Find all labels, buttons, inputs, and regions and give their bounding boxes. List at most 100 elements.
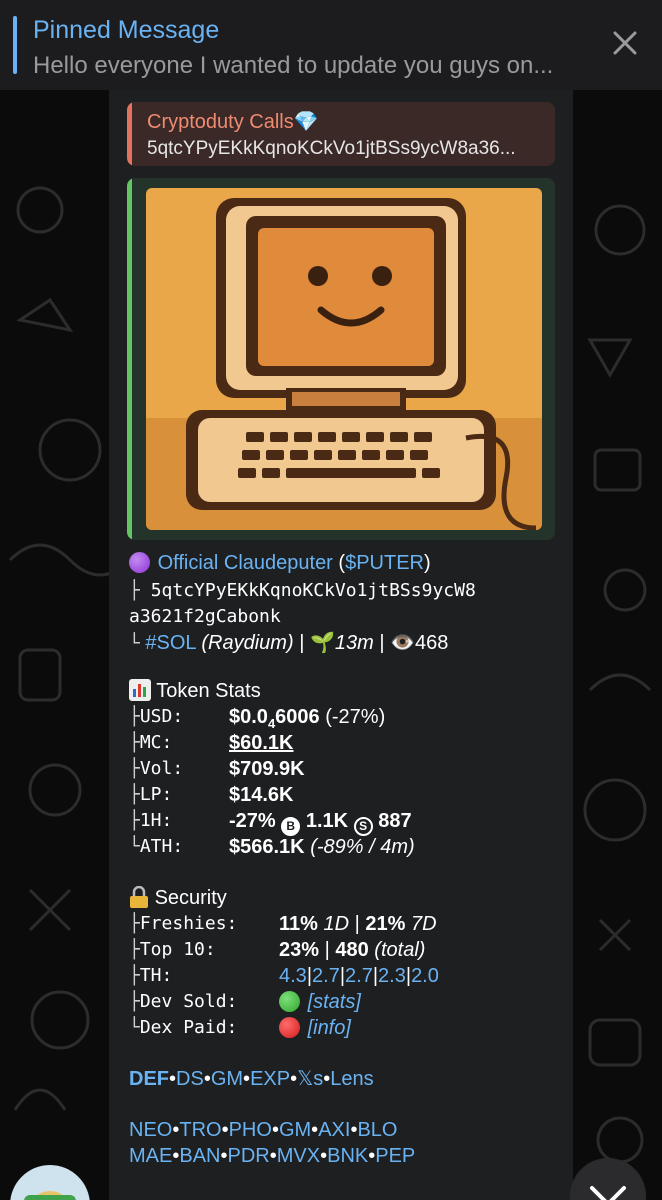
link-pep[interactable]: PEP	[375, 1145, 415, 1167]
tree-branch: ├	[129, 706, 140, 727]
freshies-value: 11% 1D | 21% 7D	[279, 911, 437, 937]
stat-mc-label: MC:	[139, 732, 173, 753]
reply-quote[interactable]: Cryptoduty Calls💎 5qtcYPyEKkKqnoKCkVo1jt…	[127, 102, 555, 166]
token-name-link[interactable]: Official Claudeputer	[158, 552, 333, 574]
dex-paid-label: Dex Paid:	[139, 1017, 238, 1038]
dex-name: (Raydium)	[201, 632, 294, 654]
seedling-icon: 🌱	[309, 632, 335, 654]
dot-separator: •	[243, 1068, 251, 1090]
pinned-message-bar[interactable]: Pinned Message Hello everyone I wanted t…	[0, 0, 662, 90]
security-section: Security ├Freshies: 11% 1D | 21% 7D ├ Top…	[129, 885, 559, 1045]
token-meta-line: └ #SOL (Raydium) | 🌱13m | 👁️468	[129, 630, 448, 657]
tree-branch: ├	[129, 732, 140, 753]
preview-accent-bar	[127, 178, 132, 540]
link-gm2[interactable]: GM	[279, 1119, 311, 1141]
link-xs[interactable]: 𝕏s	[297, 1068, 323, 1090]
dev-sold-label: Dev Sold:	[139, 991, 238, 1012]
th-value-link[interactable]: 2.3	[378, 965, 406, 987]
scroll-down-button[interactable]	[570, 1158, 646, 1200]
link-blo[interactable]: BLO	[357, 1119, 397, 1141]
link-exp[interactable]: EXP	[250, 1068, 290, 1090]
link-ds[interactable]: DS	[176, 1068, 204, 1090]
link-axi[interactable]: AXI	[318, 1119, 350, 1141]
top10-pct: 23%	[279, 939, 320, 961]
stat-usd-change: (-27%)	[325, 706, 386, 728]
security-title: Security	[154, 887, 227, 909]
link-mae[interactable]: MAE	[129, 1145, 172, 1167]
stat-ath-row: └ATH:	[129, 834, 183, 860]
dot-separator: •	[221, 1119, 229, 1141]
dex-paid-row: └Dex Paid:	[129, 1015, 237, 1041]
th-value-link[interactable]: 4.3	[279, 965, 307, 987]
tree-branch: ├	[129, 580, 140, 601]
stat-mc-row: ├MC:	[129, 730, 172, 756]
link-preview-card[interactable]	[127, 178, 555, 540]
link-lens[interactable]: Lens	[330, 1068, 373, 1090]
link-pho[interactable]: PHO	[229, 1119, 272, 1141]
freshies-1d-label: 1D	[323, 913, 350, 935]
th-value-link[interactable]: 2.7	[345, 965, 373, 987]
stat-mc-value[interactable]: $60.1K	[229, 730, 294, 756]
stat-vol-value: $709.9K	[229, 758, 305, 780]
token-age: 13m	[334, 632, 374, 654]
top10-total-label: (total)	[374, 939, 426, 961]
tree-end: └	[129, 633, 140, 654]
top10-value: 23% | 480 (total)	[279, 937, 425, 963]
pinned-preview: Hello everyone I wanted to update you gu…	[33, 52, 554, 79]
tree-branch: ├	[129, 810, 140, 831]
stat-vol-row: ├Vol:	[129, 756, 183, 782]
link-def[interactable]: DEF	[129, 1068, 169, 1090]
separator: |	[354, 913, 360, 935]
th-label: TH:	[139, 965, 173, 986]
stat-usd-value: $0.0	[229, 706, 268, 728]
link-gm[interactable]: GM	[211, 1068, 243, 1090]
pinned-title: Pinned Message	[33, 16, 220, 44]
stat-1h-buys: 1.1K	[305, 810, 349, 832]
tree-branch: ├	[129, 784, 140, 805]
stat-lp-value: $14.6K	[229, 784, 294, 806]
dev-sold-row: ├Dev Sold:	[129, 989, 237, 1015]
chain-tag-link[interactable]: #SOL	[145, 632, 195, 654]
token-title-line: Official Claudeputer ($PUTER)	[129, 550, 431, 576]
th-values: 4.3|2.7|2.7|2.3|2.0	[279, 963, 439, 989]
dev-sold-stats-link[interactable]: [stats]	[308, 991, 361, 1013]
link-ban[interactable]: BAN	[179, 1145, 220, 1167]
freshies-row: ├Freshies:	[129, 911, 237, 937]
separator: |	[379, 632, 385, 654]
diamond-icon: 💎	[293, 111, 319, 133]
token-image[interactable]	[146, 188, 542, 530]
links-line: NEO•TRO•PHO•GM•AXI•BLO	[129, 1117, 397, 1143]
token-ticker-link[interactable]: $PUTER	[345, 552, 424, 574]
th-value-link[interactable]: 2.0	[411, 965, 439, 987]
reply-sender-name: Cryptoduty Calls	[147, 111, 294, 133]
top10-label: Top 10:	[139, 939, 216, 960]
reply-accent-bar	[127, 102, 132, 166]
dex-paid-info-link[interactable]: [info]	[308, 1017, 351, 1039]
stat-1h-change: -27%	[229, 810, 276, 832]
token-header: Official Claudeputer ($PUTER) ├ 5qtcYPyE…	[129, 550, 559, 654]
stat-usd-row: ├USD:	[129, 704, 183, 730]
token-stats-title: Token Stats	[156, 680, 261, 702]
reply-text: 5qtcYPyEKkKqnoKCkVo1jtBSs9ycW8a36...	[147, 138, 516, 159]
token-stats-section: Token Stats ├USD: $0.046006 (-27%) ├MC: …	[129, 678, 559, 858]
freshies-1d: 11%	[279, 913, 318, 935]
stat-1h-row: ├1H:	[129, 808, 172, 834]
link-tro[interactable]: TRO	[179, 1119, 221, 1141]
tree-end: └	[129, 1017, 140, 1038]
close-icon[interactable]	[612, 30, 638, 56]
green-circle-icon	[279, 991, 300, 1012]
link-mvx[interactable]: MVX	[277, 1145, 320, 1167]
token-address-part1[interactable]: 5qtcYPyEKkKqnoKCkVo1jtBSs9ycW8	[151, 580, 476, 601]
token-address-part2[interactable]: a3621f2gCabonk	[129, 606, 281, 627]
top10-total: 480	[335, 939, 369, 961]
separator: |	[324, 939, 330, 961]
tree-branch: ├	[129, 991, 140, 1012]
freshies-label: Freshies:	[139, 913, 238, 934]
th-value-link[interactable]: 2.7	[312, 965, 340, 987]
link-pdr[interactable]: PDR	[228, 1145, 270, 1167]
link-bnk[interactable]: BNK	[327, 1145, 368, 1167]
stat-lp-row: ├LP:	[129, 782, 172, 808]
link-neo[interactable]: NEO	[129, 1119, 172, 1141]
links-row-2: NEO•TRO•PHO•GM•AXI•BLO MAE•BAN•PDR•MVX•B…	[129, 1117, 559, 1169]
stat-vol-label: Vol:	[139, 758, 184, 779]
